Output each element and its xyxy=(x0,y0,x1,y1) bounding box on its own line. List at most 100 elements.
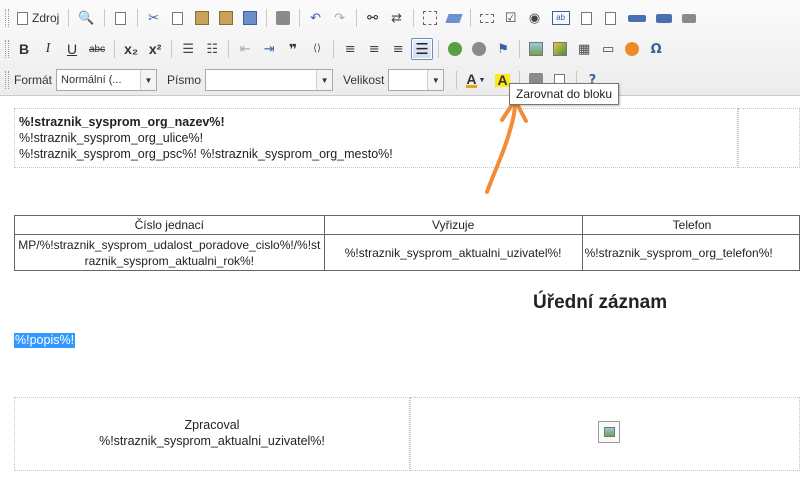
undo-button[interactable]: ↶ xyxy=(305,7,327,29)
textfield-button[interactable]: ab xyxy=(548,7,574,29)
link-icon xyxy=(448,42,463,56)
create-div-button[interactable]: ⟨⟩ xyxy=(306,38,328,60)
remove-format-button[interactable] xyxy=(443,7,465,29)
bulleted-list-button[interactable]: ☷ xyxy=(201,38,223,60)
paste-text-button[interactable] xyxy=(215,7,237,29)
align-center-icon: ≡ xyxy=(368,41,380,57)
redo-button[interactable]: ↷ xyxy=(329,7,351,29)
align-left-icon: ≡ xyxy=(344,41,356,57)
outdent-button[interactable]: ⇤ xyxy=(234,38,256,60)
subscript-button[interactable]: x₂ xyxy=(120,38,142,60)
font-select[interactable]: ▼ xyxy=(205,69,334,91)
format-select[interactable]: Normální (... ▼ xyxy=(56,69,158,91)
toolbar-separator xyxy=(103,9,105,27)
org-name-text: %!straznik_sysprom_org_nazev%! xyxy=(19,115,225,129)
align-left-button[interactable]: ≡ xyxy=(339,38,361,60)
strikethrough-button[interactable]: abc xyxy=(85,38,109,60)
button-field-button[interactable] xyxy=(624,7,650,29)
flash-button[interactable] xyxy=(549,38,571,60)
table-cell-phone[interactable]: %!straznik_sysprom_org_telefon%! xyxy=(581,234,800,271)
binoculars-icon: ⚯ xyxy=(367,10,378,26)
table-header[interactable]: Číslo jednací xyxy=(14,215,325,235)
create-div-icon: ⟨⟩ xyxy=(313,43,322,54)
text-color-button[interactable]: A ▼ xyxy=(462,69,489,91)
image-placeholder[interactable] xyxy=(598,421,620,443)
font-label: Písmo xyxy=(167,73,202,87)
smiley-button[interactable] xyxy=(621,38,643,60)
image-button-button[interactable] xyxy=(652,7,676,29)
flash-icon xyxy=(553,42,568,56)
bulleted-list-icon: ☷ xyxy=(206,41,218,57)
source-label: Zdroj xyxy=(32,11,60,25)
table-cell-ref-number[interactable]: MP/%!straznik_sysprom_udalost_poradove_c… xyxy=(14,234,325,271)
toolbar-grip[interactable] xyxy=(5,9,9,27)
link-button[interactable] xyxy=(444,38,466,60)
org-city: %!straznik_sysprom_org_psc%! %!straznik_… xyxy=(19,147,393,161)
smiley-icon xyxy=(625,42,640,56)
replace-button[interactable]: ⇄ xyxy=(386,7,408,29)
toolbar-separator xyxy=(68,9,70,27)
toolbar-separator xyxy=(171,40,173,58)
image-button[interactable] xyxy=(525,38,547,60)
toolbar-separator xyxy=(228,40,230,58)
bold-icon: B xyxy=(18,41,30,57)
redo-icon: ↷ xyxy=(334,10,345,26)
size-select[interactable]: ▼ xyxy=(388,69,445,91)
find-button[interactable]: ⚯ xyxy=(362,7,384,29)
radio-icon: ◉ xyxy=(528,10,541,26)
form-button[interactable] xyxy=(476,7,498,29)
paste-button[interactable] xyxy=(191,7,213,29)
align-right-button[interactable]: ≡ xyxy=(387,38,409,60)
select-field-button[interactable] xyxy=(600,7,622,29)
italic-button[interactable]: I xyxy=(37,38,59,60)
button-field-icon xyxy=(627,14,646,22)
textarea-button[interactable] xyxy=(576,7,598,29)
anchor-button[interactable]: ⚑ xyxy=(492,38,514,60)
table-header[interactable]: Vyřizuje xyxy=(323,215,583,235)
radio-button[interactable]: ◉ xyxy=(524,7,546,29)
reference-table[interactable]: Číslo jednací Vyřizuje Telefon MP/%!stra… xyxy=(14,215,800,271)
indent-button[interactable]: ⇥ xyxy=(258,38,280,60)
numbered-list-button[interactable]: ☰ xyxy=(177,38,199,60)
eraser-icon xyxy=(444,13,463,23)
print-button[interactable] xyxy=(272,7,294,29)
outdent-icon: ⇤ xyxy=(239,41,251,57)
chevron-down-icon: ▼ xyxy=(478,76,486,84)
bold-button[interactable]: B xyxy=(13,38,35,60)
print-icon xyxy=(275,11,290,25)
cut-button[interactable]: ✂ xyxy=(143,7,165,29)
checkbox-button[interactable]: ☑ xyxy=(500,7,522,29)
toolbar-grip[interactable] xyxy=(5,40,9,58)
unlink-button[interactable] xyxy=(468,38,490,60)
selected-text[interactable]: %!popis%! xyxy=(14,333,76,348)
flag-icon: ⚑ xyxy=(497,41,509,57)
preview-button[interactable]: 🔍 xyxy=(74,7,98,29)
select-field-icon xyxy=(605,11,617,25)
templates-button[interactable] xyxy=(110,7,132,29)
replace-icon: ⇄ xyxy=(391,10,402,26)
select-all-button[interactable] xyxy=(419,7,441,29)
table-row: MP/%!straznik_sysprom_udalost_poradove_c… xyxy=(14,234,800,271)
editor-content[interactable]: %!straznik_sysprom_org_nazev%! %!strazni… xyxy=(0,97,800,477)
signature-cell[interactable]: Zpracoval %!straznik_sysprom_aktualni_uz… xyxy=(14,397,410,471)
copy-button[interactable] xyxy=(167,7,189,29)
special-char-button[interactable]: Ω xyxy=(645,38,667,60)
superscript-button[interactable]: x² xyxy=(144,38,166,60)
table-button[interactable]: ▦ xyxy=(573,38,595,60)
format-label: Formát xyxy=(14,73,53,87)
horizontal-rule-button[interactable]: ▭ xyxy=(597,38,619,60)
address-right-cell[interactable] xyxy=(738,108,800,168)
table-cell-handler[interactable]: %!straznik_sysprom_aktualni_uzivatel%! xyxy=(323,234,583,271)
chevron-down-icon: ▼ xyxy=(316,70,333,90)
select-all-icon xyxy=(422,11,437,25)
hidden-field-button[interactable] xyxy=(678,7,700,29)
toolbar-grip[interactable] xyxy=(5,71,9,89)
paste-word-button[interactable] xyxy=(239,7,261,29)
source-button[interactable]: Zdroj xyxy=(13,7,63,29)
align-center-button[interactable]: ≡ xyxy=(363,38,385,60)
align-justify-button[interactable]: ☰ xyxy=(411,38,434,60)
blockquote-button[interactable]: ❞ xyxy=(282,38,304,60)
table-header[interactable]: Telefon xyxy=(581,215,800,235)
address-block[interactable]: %!straznik_sysprom_org_nazev%! %!strazni… xyxy=(14,108,738,168)
underline-button[interactable]: U xyxy=(61,38,83,60)
